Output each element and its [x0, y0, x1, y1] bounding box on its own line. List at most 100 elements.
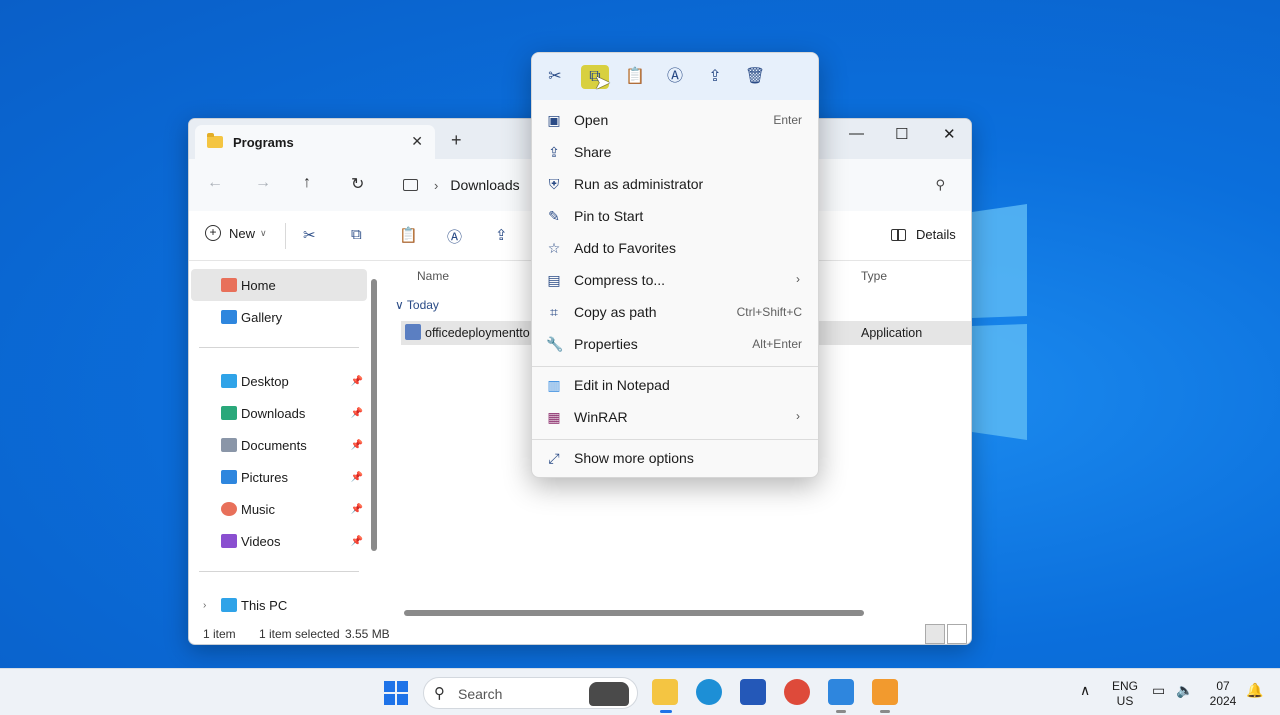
group-header-today[interactable]: ∨ Today	[395, 298, 439, 312]
videos-icon	[221, 534, 237, 548]
close-window-button[interactable]: ✕	[943, 125, 956, 143]
network-icon[interactable]: ▭	[1152, 683, 1165, 698]
up-icon[interactable]: ↑	[303, 174, 311, 192]
sidebar-item-gallery[interactable]: Gallery	[191, 301, 367, 333]
taskbar-search[interactable]: ⚲ Search	[423, 677, 638, 709]
menu-separator	[532, 439, 818, 440]
menu-item-label: Run as administrator	[574, 176, 704, 192]
sidebar-item-this-pc[interactable]: › This PC	[191, 589, 367, 621]
paste-icon[interactable]: 📋	[399, 226, 418, 244]
share-icon[interactable]: ⇪	[495, 226, 508, 244]
sidebar-item-music[interactable]: Music 📌	[191, 493, 367, 525]
notepad-icon[interactable]	[828, 679, 854, 705]
forward-icon[interactable]: →	[255, 174, 271, 192]
rename-icon[interactable]: Ⓐ	[447, 226, 462, 247]
file-explorer-taskbar-icon[interactable]	[652, 679, 678, 705]
menu-item-properties[interactable]: 🔧 Properties Alt+Enter	[536, 329, 814, 359]
desktop-icon	[221, 374, 237, 388]
cut-icon[interactable]: ✂	[541, 65, 569, 89]
store-icon[interactable]	[740, 679, 766, 705]
menu-item-label: Share	[574, 144, 612, 160]
copy-icon[interactable]: ⧉	[351, 226, 362, 243]
tab-title: Programs	[233, 134, 294, 150]
app-icon[interactable]	[872, 679, 898, 705]
shield-icon: ⛨	[548, 176, 560, 192]
menu-item-compress-to[interactable]: ▤ Compress to... ›	[536, 265, 814, 295]
chrome-icon[interactable]	[784, 679, 810, 705]
sidebar-item-label: Downloads	[241, 405, 306, 421]
home-icon	[221, 278, 237, 292]
running-indicator	[836, 710, 846, 713]
tab-programs[interactable]: Programs ✕	[195, 125, 435, 159]
menu-item-label: Open	[574, 112, 609, 128]
refresh-icon[interactable]: ↻	[351, 174, 364, 194]
notification-icon[interactable]: 🔔	[1246, 683, 1263, 698]
pin-icon: 📌	[350, 439, 363, 451]
clock[interactable]: 07 2024	[1208, 679, 1238, 709]
minimize-button[interactable]: —	[849, 125, 864, 142]
zip-icon: ▤	[547, 272, 561, 288]
details-pane-icon	[891, 228, 906, 241]
back-icon[interactable]: ←	[207, 174, 223, 192]
pin-icon: 📌	[350, 503, 363, 515]
region-code: US	[1116, 694, 1134, 708]
menu-item-share[interactable]: ⇪ Share	[536, 137, 814, 167]
share-icon[interactable]: ⇪	[701, 65, 729, 89]
column-header-name[interactable]: Name	[417, 269, 449, 283]
search-icon: ⚲	[434, 685, 445, 702]
search-input[interactable]: ⚲	[819, 168, 959, 202]
delete-icon[interactable]: 🗑	[741, 65, 769, 89]
sidebar-item-pictures[interactable]: Pictures 📌	[191, 461, 367, 493]
menu-item-add-to-favorites[interactable]: ☆ Add to Favorites	[536, 233, 814, 263]
file-type: Application	[861, 326, 923, 340]
pin-icon: 📌	[350, 535, 363, 547]
tiles-view-button[interactable]	[947, 624, 967, 644]
details-view-button[interactable]	[925, 624, 945, 644]
chevron-right-icon: ›	[434, 177, 439, 193]
new-tab-button[interactable]: +	[451, 130, 462, 151]
status-bar: 1 item 1 item selected 3.55 MB	[189, 621, 971, 644]
new-label: New	[229, 225, 256, 241]
start-button[interactable]	[384, 681, 408, 705]
details-button[interactable]: Details	[891, 227, 956, 242]
rename-icon[interactable]: Ⓐ	[661, 65, 689, 89]
sidebar-item-desktop[interactable]: Desktop 📌	[191, 365, 367, 397]
active-indicator	[660, 710, 672, 713]
sidebar-item-documents[interactable]: Documents 📌	[191, 429, 367, 461]
sidebar-item-videos[interactable]: Videos 📌	[191, 525, 367, 557]
paste-icon[interactable]: 📋	[621, 65, 649, 89]
share-icon: ⇪	[548, 144, 560, 160]
sidebar-item-label: Home	[241, 277, 276, 293]
chevron-right-icon: ›	[796, 409, 800, 423]
menu-item-shortcut: Alt+Enter	[752, 337, 802, 351]
sidebar-item-downloads[interactable]: Downloads 📌	[191, 397, 367, 429]
maximize-button[interactable]: ☐	[895, 125, 908, 143]
this-pc-icon	[221, 598, 237, 612]
menu-item-edit-in-notepad[interactable]: ▥ Edit in Notepad	[536, 370, 814, 400]
sidebar-item-label: Pictures	[241, 469, 288, 485]
horizontal-scrollbar[interactable]	[404, 610, 864, 616]
menu-item-show-more-options[interactable]: ⤢ Show more options	[536, 443, 814, 473]
menu-item-label: Compress to...	[574, 272, 666, 288]
column-header-type[interactable]: Type	[861, 269, 887, 283]
language-indicator[interactable]: ENG US	[1112, 679, 1138, 709]
expand-icon: ⤢	[548, 450, 560, 466]
chevron-right-icon[interactable]: ›	[203, 600, 206, 611]
chevron-up-icon[interactable]: ∧	[1080, 683, 1090, 698]
sidebar-scrollbar[interactable]	[371, 279, 377, 551]
sidebar-item-home[interactable]: Home	[191, 269, 367, 301]
breadcrumb-downloads[interactable]: Downloads	[450, 177, 519, 193]
new-button[interactable]: + New ∨	[205, 225, 267, 241]
cut-icon[interactable]: ✂	[303, 226, 316, 244]
close-tab-icon[interactable]: ✕	[411, 133, 423, 150]
menu-item-shortcut: Ctrl+Shift+C	[736, 305, 802, 319]
menu-item-winrar[interactable]: ▦ WinRAR ›	[536, 402, 814, 432]
volume-icon[interactable]: 🔈	[1176, 683, 1193, 698]
sidebar-item-label: Documents	[241, 437, 307, 453]
menu-item-pin-to-start[interactable]: ✎ Pin to Start	[536, 201, 814, 231]
edge-icon[interactable]	[696, 679, 722, 705]
this-pc-icon	[403, 179, 418, 191]
menu-item-run-as-administrator[interactable]: ⛨ Run as administrator	[536, 169, 814, 199]
menu-item-open[interactable]: ▣ Open Enter	[536, 105, 814, 135]
menu-item-copy-as-path[interactable]: ⌗ Copy as path Ctrl+Shift+C	[536, 297, 814, 327]
